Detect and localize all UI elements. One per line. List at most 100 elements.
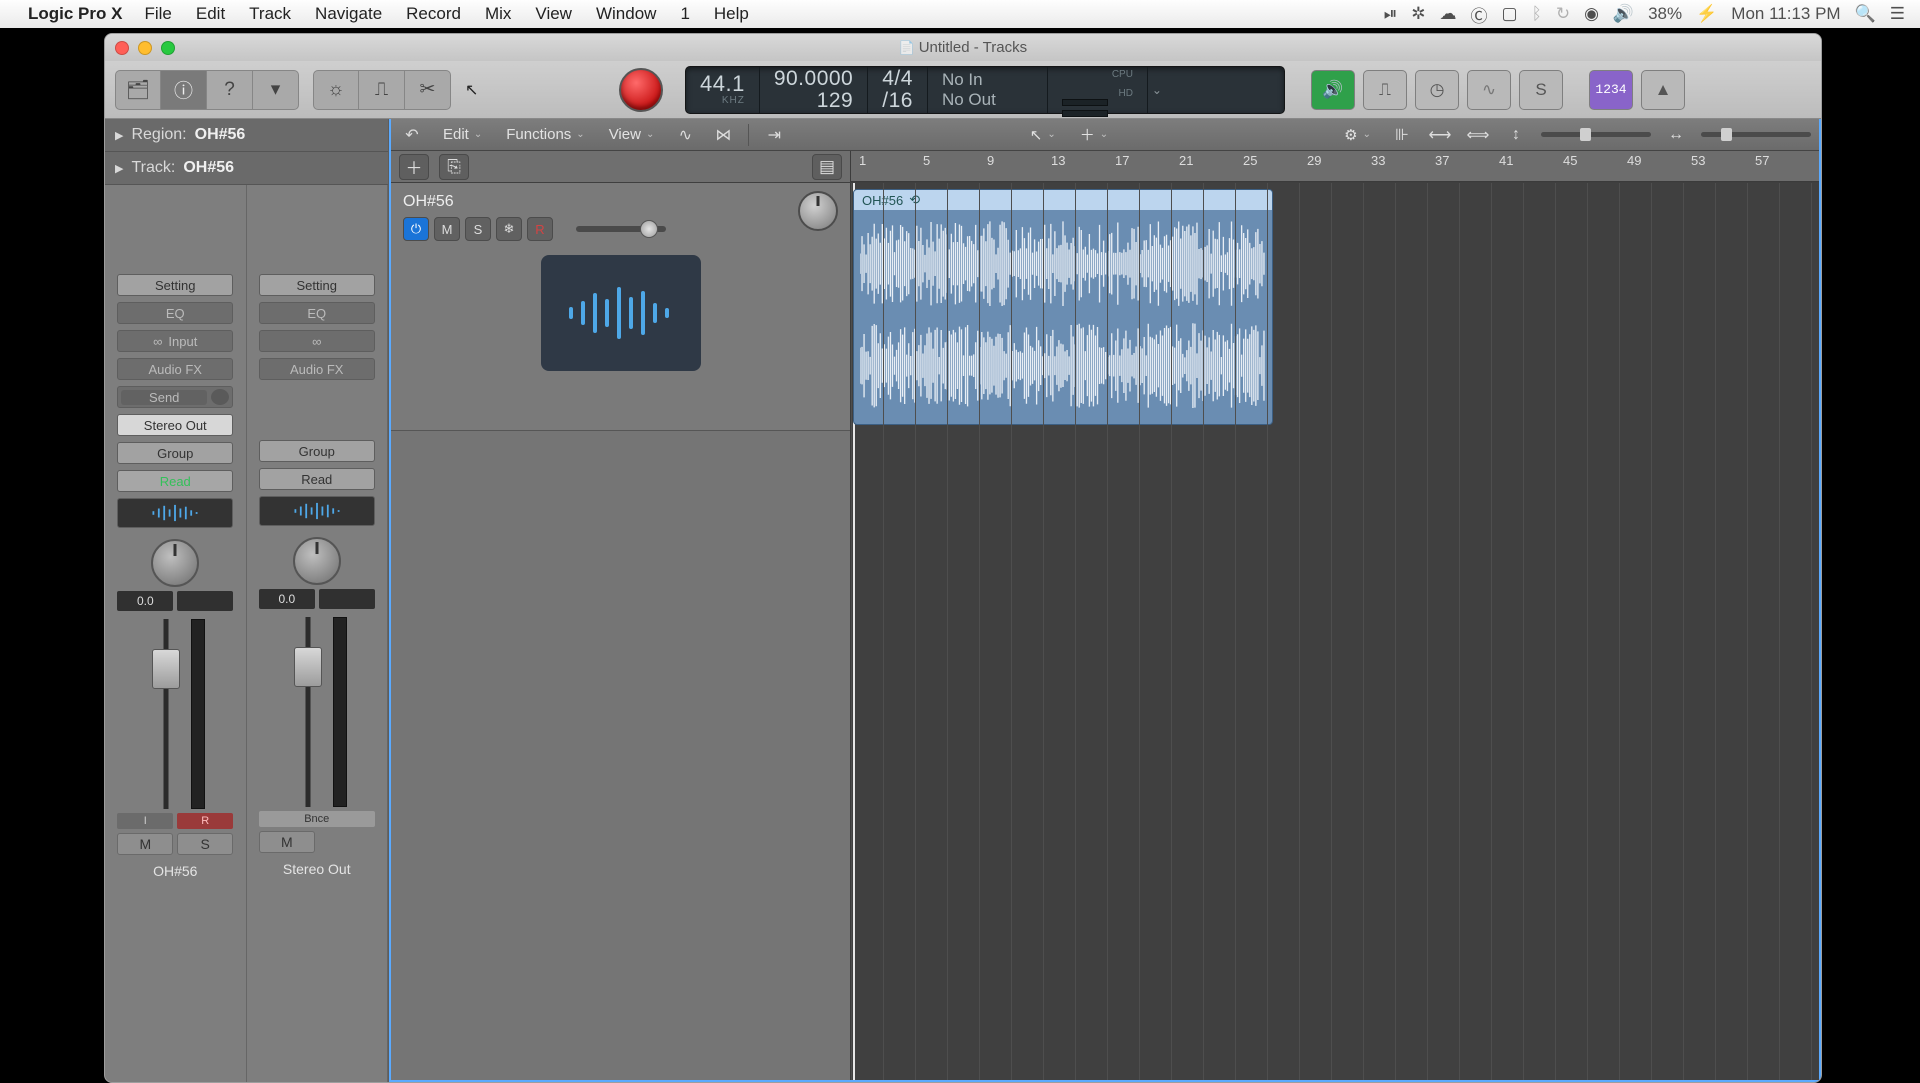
track-pan-knob[interactable] (798, 191, 838, 231)
volume-fader[interactable] (145, 619, 187, 809)
duplicate-track-button[interactable]: ⎘ (439, 154, 469, 180)
lcd-position[interactable]: 129 (774, 90, 853, 112)
mute-button[interactable]: M (117, 833, 173, 855)
notifications-icon[interactable]: ☰ (1890, 4, 1905, 24)
pointer-tool[interactable]: ↖⌄ (1024, 123, 1062, 147)
menu-1[interactable]: 1 (668, 4, 701, 24)
link-icon[interactable]: ↔ (1663, 124, 1689, 146)
battery-icon[interactable]: ⚡ (1696, 4, 1717, 24)
clock[interactable]: Mon 11:13 PM (1731, 4, 1840, 24)
input-slot[interactable]: ∞Input (117, 330, 233, 352)
alt-tool[interactable]: ＋⌄ (1074, 121, 1114, 148)
smart-controls-button[interactable]: ☼ (313, 70, 359, 110)
app-name[interactable]: Logic Pro X (28, 4, 122, 24)
setting-slot[interactable]: Setting (117, 274, 233, 296)
menu-help[interactable]: Help (702, 4, 761, 24)
solo-button[interactable]: S (1519, 70, 1563, 110)
automation-mode[interactable]: Read (117, 470, 233, 492)
disclosure-triangle-icon[interactable]: ▶ (115, 162, 123, 175)
track-solo[interactable]: S (465, 217, 491, 241)
battery-percent[interactable]: 38% (1648, 4, 1682, 24)
cloud-icon[interactable]: ☁ (1440, 4, 1457, 24)
menu-mix[interactable]: Mix (473, 4, 523, 24)
functions-menu[interactable]: Functions⌄ (500, 123, 590, 146)
solo-button[interactable]: S (177, 833, 233, 855)
vertical-zoom-icon[interactable]: ⟷ (1427, 124, 1453, 146)
record-enable[interactable]: R (177, 813, 233, 829)
input-slot[interactable]: ∞ (259, 330, 375, 352)
lcd-timesig-bot[interactable]: /16 (882, 90, 913, 112)
volume-icon[interactable]: 🔊 (1613, 4, 1634, 24)
menu-view[interactable]: View (523, 4, 584, 24)
snap-menu[interactable]: ⚙⌄ (1338, 123, 1377, 147)
balance-knob[interactable] (293, 537, 341, 585)
global-tracks-button[interactable]: ▤ (812, 154, 842, 180)
send-slot[interactable]: Send (117, 386, 233, 408)
menu-file[interactable]: File (132, 4, 183, 24)
editors-button[interactable]: ✂ (405, 70, 451, 110)
tuner-button[interactable]: ◷ (1415, 70, 1459, 110)
track-volume-slider[interactable] (576, 226, 666, 232)
master-volume-button[interactable]: 🔊 (1311, 70, 1355, 110)
view-menu[interactable]: View⌄ (603, 123, 661, 146)
bluetooth-icon[interactable]: ᛒ (1532, 4, 1542, 24)
menu-navigate[interactable]: Navigate (303, 4, 394, 24)
track-freeze[interactable]: ❄ (496, 217, 522, 241)
window-close[interactable] (115, 41, 129, 55)
track-name[interactable]: OH#56 (403, 193, 838, 211)
toolbar-toggle-button[interactable]: ▾ (253, 70, 299, 110)
cycle-button[interactable]: 1234 (1589, 70, 1633, 110)
menu-record[interactable]: Record (394, 4, 473, 24)
fan-icon[interactable]: ✲ (1411, 4, 1425, 24)
db-value[interactable]: 0.0 (117, 591, 173, 611)
eq-slot[interactable]: EQ (117, 302, 233, 324)
window-minimize[interactable] (138, 41, 152, 55)
input-monitor[interactable]: I (117, 813, 173, 829)
window-zoom[interactable] (161, 41, 175, 55)
bounce-button[interactable]: Bnce (259, 811, 375, 827)
eq-slot[interactable]: EQ (259, 302, 375, 324)
horizontal-zoom-icon[interactable]: ⟺ (1465, 124, 1491, 146)
display-icon[interactable]: ▢ (1502, 4, 1518, 24)
track-icon-slot[interactable] (117, 498, 233, 528)
horizontal-zoom-slider[interactable] (1701, 132, 1811, 137)
inspector-button[interactable]: ⓘ (161, 70, 207, 110)
setting-slot[interactable]: Setting (259, 274, 375, 296)
arrange-grid[interactable]: OH#56⟲ (851, 183, 1819, 1080)
inspector-region-header[interactable]: ▶ Region: OH#56 (105, 119, 388, 152)
spotlight-icon[interactable]: 🔍 (1855, 4, 1876, 24)
menu-window[interactable]: Window (584, 4, 668, 24)
edit-menu[interactable]: Edit⌄ (437, 123, 488, 146)
metronome-button[interactable]: ▲ (1641, 70, 1685, 110)
volume-fader[interactable] (287, 617, 329, 807)
menu-edit[interactable]: Edit (184, 4, 237, 24)
flex-icon[interactable]: ⋈ (710, 124, 736, 146)
track-enable[interactable]: ⏻ (403, 217, 429, 241)
zoom-reset-icon[interactable]: ↕ (1503, 124, 1529, 146)
group-slot[interactable]: Group (259, 440, 375, 462)
lcd-display[interactable]: 44.1 KHZ 90.0000 129 4/4 /16 No In No Ou… (685, 66, 1285, 114)
count-in-button[interactable]: ⎍ (1363, 70, 1407, 110)
track-record-enable[interactable]: R (527, 217, 553, 241)
wifi-icon[interactable]: ◉ (1584, 4, 1599, 24)
mute-button[interactable]: M (259, 831, 315, 853)
track-icon[interactable] (541, 255, 701, 371)
db-value[interactable]: 0.0 (259, 589, 315, 609)
disclosure-triangle-icon[interactable]: ▶ (115, 129, 123, 142)
track-mute[interactable]: M (434, 217, 460, 241)
quickhelp-button[interactable]: ? (207, 70, 253, 110)
bar-ruler[interactable]: 159131721252933374145495357 (851, 151, 1819, 182)
inspector-track-header[interactable]: ▶ Track: OH#56 (105, 152, 388, 185)
group-slot[interactable]: Group (117, 442, 233, 464)
c-icon[interactable]: Ⓒ (1471, 2, 1488, 27)
menu-track[interactable]: Track (237, 4, 303, 24)
track-header[interactable]: OH#56 ⏻ M S ❄ R (391, 183, 850, 431)
automation-icon[interactable]: ∿ (672, 124, 698, 146)
timemachine-icon[interactable]: ↻ (1556, 4, 1570, 24)
back-icon[interactable]: ↶ (399, 124, 425, 146)
record-button[interactable] (619, 68, 663, 112)
waveform-zoom-icon[interactable]: ⊪ (1389, 124, 1415, 146)
catch-icon[interactable]: ⇥ (761, 124, 787, 146)
audiofx-slot[interactable]: Audio FX (117, 358, 233, 380)
mixer-button[interactable]: ⎍ (359, 70, 405, 110)
